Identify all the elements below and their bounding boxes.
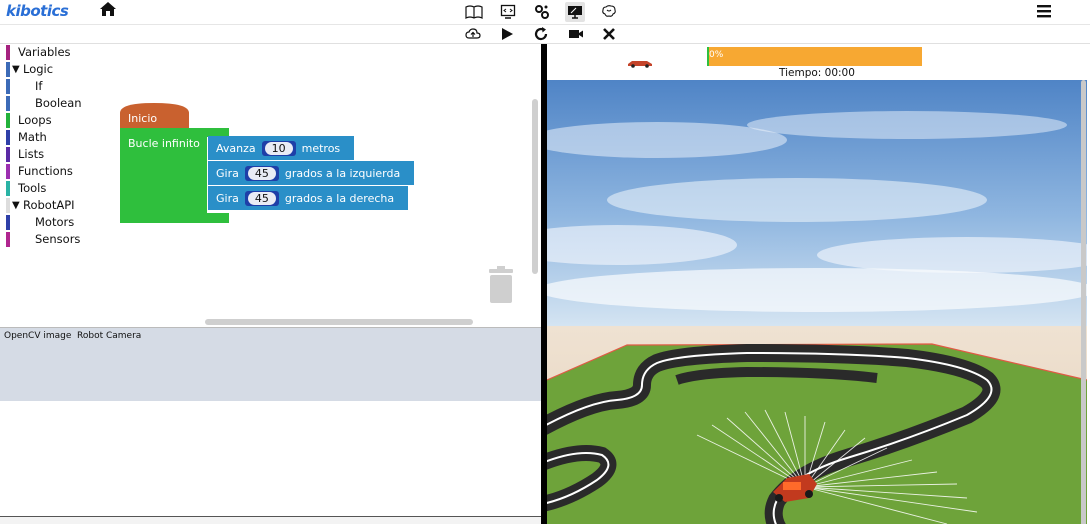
- start-block-label: Inicio: [128, 112, 158, 125]
- blockly-toolbox: Variables ▼ Logic If Boolean Loops Math Lists Fu…: [0, 44, 110, 326]
- forward-unit: metros: [301, 141, 341, 155]
- hamburger-menu-icon[interactable]: [1036, 3, 1054, 21]
- toolbox-item-label: If: [35, 79, 43, 93]
- sim-vertical-scrollbar[interactable]: [1081, 80, 1086, 524]
- turn-left-value-field[interactable]: 45: [244, 165, 279, 181]
- toolbox-item-if[interactable]: If: [6, 78, 42, 94]
- expand-arrow-icon[interactable]: ▼: [12, 64, 22, 75]
- car-thumbnail-icon: [627, 53, 653, 68]
- turn-right-value[interactable]: 45: [247, 191, 276, 205]
- category-color-bar: [6, 78, 10, 94]
- forward-value[interactable]: 10: [264, 141, 293, 155]
- bottom-strip: [0, 517, 541, 524]
- loop-block-label: Bucle infinito: [128, 137, 200, 150]
- blockly-workspace[interactable]: Inicio Bucle infinito Avanza 10 metros G…: [110, 44, 541, 326]
- toolbox-item-label: Loops: [18, 113, 52, 127]
- control-toolbar: [0, 25, 1090, 44]
- timer-label: Tiempo: 00:00: [779, 67, 855, 79]
- category-color-bar: [6, 163, 10, 179]
- category-color-bar: [6, 44, 10, 60]
- toolbox-item-functions[interactable]: Functions: [6, 163, 73, 179]
- trash-icon[interactable]: [486, 266, 516, 306]
- workspace-vertical-scrollbar[interactable]: [532, 99, 538, 274]
- toolbox-item-label: Tools: [18, 181, 47, 195]
- close-icon[interactable]: [599, 24, 619, 44]
- toolbox-item-logic[interactable]: ▼ Logic: [6, 61, 53, 77]
- category-color-bar: [6, 214, 10, 230]
- workspace-horizontal-scrollbar[interactable]: [205, 319, 473, 325]
- progress-bar: 0%: [707, 47, 922, 66]
- toolbox-item-boolean[interactable]: Boolean: [6, 95, 82, 111]
- category-color-bar: [6, 180, 10, 196]
- toolbox-item-label: Motors: [35, 215, 75, 229]
- sim-header: 0% Tiempo: 00:00: [547, 44, 1087, 80]
- toolbox-item-lists[interactable]: Lists: [6, 146, 44, 162]
- turn-right-unit: grados a la derecha: [284, 191, 395, 205]
- home-icon[interactable]: [99, 1, 117, 22]
- toolbox-item-motors[interactable]: Motors: [6, 214, 74, 230]
- toolbox-item-loops[interactable]: Loops: [6, 112, 52, 128]
- tab-robot-camera[interactable]: Robot Camera: [77, 331, 141, 341]
- turn-left-unit: grados a la izquierda: [284, 166, 401, 180]
- brain-icon[interactable]: [599, 2, 619, 22]
- category-color-bar: [6, 197, 10, 213]
- turn-right-verb: Gira: [216, 191, 239, 205]
- forward-block[interactable]: Avanza 10 metros: [208, 136, 354, 160]
- top-navbar: kibotics: [0, 0, 1090, 25]
- category-color-bar: [6, 61, 10, 77]
- forward-value-field[interactable]: 10: [261, 140, 296, 156]
- toolbox-item-label: Sensors: [35, 232, 81, 246]
- tab-opencv-image[interactable]: OpenCV image: [4, 331, 71, 341]
- monitor-icon[interactable]: [565, 2, 585, 22]
- editor-panel: Variables ▼ Logic If Boolean Loops Math Lists Fu…: [0, 44, 541, 524]
- play-icon[interactable]: [497, 24, 517, 44]
- reset-icon[interactable]: [531, 24, 551, 44]
- toolbox-item-label: Boolean: [35, 96, 82, 110]
- category-color-bar: [6, 146, 10, 162]
- sim-viewport[interactable]: [547, 80, 1087, 524]
- toolbox-item-sensors[interactable]: Sensors: [6, 231, 80, 247]
- toolbox-item-label: Lists: [18, 147, 45, 161]
- category-color-bar: [6, 231, 10, 247]
- gears-icon[interactable]: [532, 2, 552, 22]
- console-area: [0, 401, 541, 517]
- turn-left-verb: Gira: [216, 166, 239, 180]
- category-color-bar: [6, 112, 10, 128]
- toolbox-item-variables[interactable]: Variables: [6, 44, 71, 60]
- turn-right-block[interactable]: Gira 45 grados a la derecha: [208, 186, 408, 210]
- category-color-bar: [6, 129, 10, 145]
- toolbox-item-math[interactable]: Math: [6, 129, 47, 145]
- simulator-panel: 0% Tiempo: 00:00: [547, 44, 1090, 524]
- toolbox-item-tools[interactable]: Tools: [6, 180, 46, 196]
- category-color-bar: [6, 95, 10, 111]
- toolbox-item-label: Functions: [18, 164, 73, 178]
- expand-arrow-icon[interactable]: ▼: [12, 200, 22, 211]
- toolbox-item-label: Logic: [23, 62, 54, 76]
- code-monitor-icon[interactable]: [498, 2, 518, 22]
- toolbox-item-label: Variables: [18, 45, 71, 59]
- progress-text: 0%: [709, 50, 724, 60]
- app-logo[interactable]: kibotics: [6, 2, 69, 20]
- camera-panel: OpenCV image Robot Camera: [0, 327, 541, 402]
- camera-icon[interactable]: [566, 24, 586, 44]
- upload-cloud-icon[interactable]: [463, 24, 483, 44]
- toolbox-item-label: RobotAPI: [23, 198, 75, 212]
- turn-left-value[interactable]: 45: [247, 166, 276, 180]
- book-icon[interactable]: [464, 2, 484, 22]
- toolbox-item-label: Math: [18, 130, 47, 144]
- start-block[interactable]: Inicio: [120, 103, 189, 129]
- turn-left-block[interactable]: Gira 45 grados a la izquierda: [208, 161, 414, 185]
- turn-right-value-field[interactable]: 45: [244, 190, 279, 206]
- forward-verb: Avanza: [216, 141, 256, 155]
- toolbox-item-robotapi[interactable]: ▼ RobotAPI: [6, 197, 75, 213]
